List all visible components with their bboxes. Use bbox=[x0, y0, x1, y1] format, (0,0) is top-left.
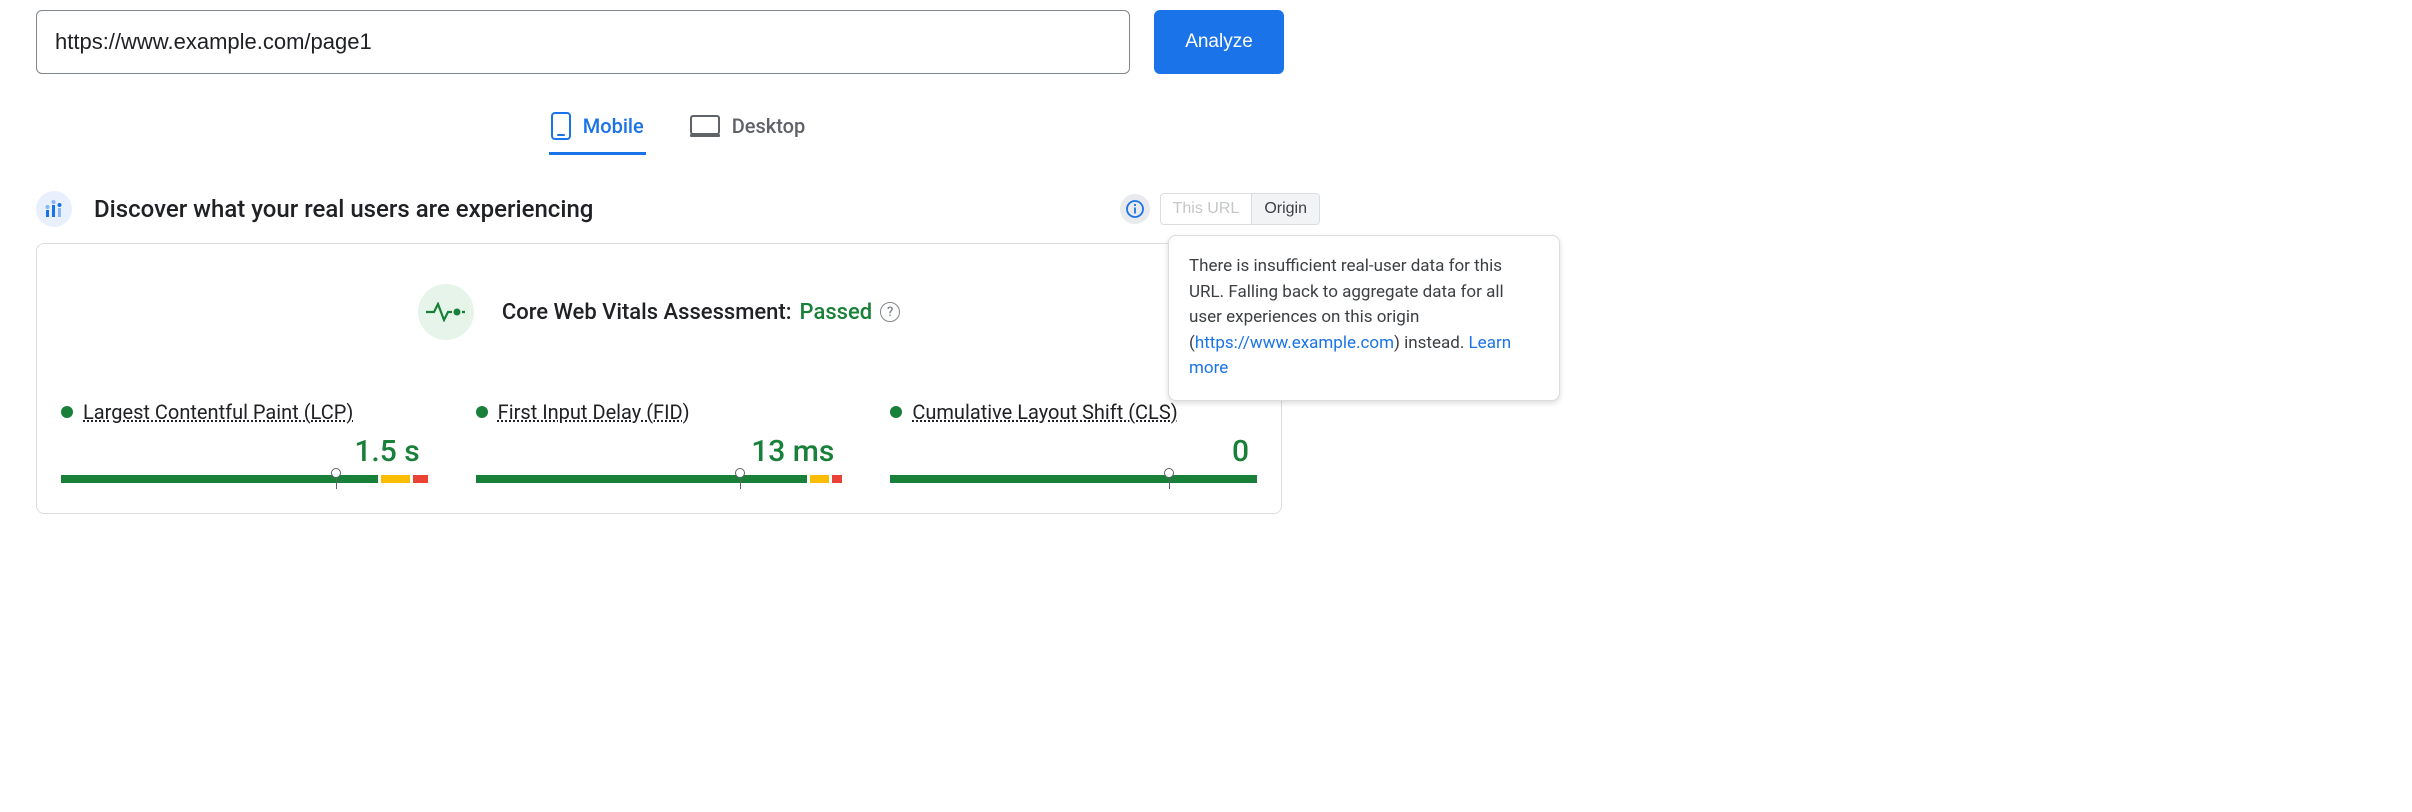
assessment-label: Core Web Vitals Assessment: bbox=[502, 300, 792, 325]
tooltip-text-after: ) instead. bbox=[1394, 333, 1469, 353]
metric-fid: First Input Delay (FID) 13 ms bbox=[476, 400, 843, 493]
mobile-icon bbox=[551, 112, 571, 140]
scope-this-url: This URL bbox=[1161, 194, 1252, 224]
status-dot-good bbox=[61, 406, 73, 418]
tooltip-origin-link[interactable]: https://www.example.com bbox=[1195, 333, 1394, 353]
help-icon[interactable]: ? bbox=[880, 302, 900, 322]
tab-mobile[interactable]: Mobile bbox=[549, 102, 646, 155]
metric-fid-name[interactable]: First Input Delay (FID) bbox=[498, 400, 690, 424]
metric-cls-value: 0 bbox=[890, 434, 1257, 469]
metric-fid-marker bbox=[735, 468, 745, 478]
insufficient-data-tooltip: There is insufficient real-user data for… bbox=[1168, 235, 1560, 401]
scope-toggle: This URL Origin bbox=[1160, 193, 1320, 225]
analyze-button[interactable]: Analyze bbox=[1154, 10, 1284, 74]
metric-fid-bar bbox=[476, 475, 843, 483]
tab-desktop-label: Desktop bbox=[732, 114, 806, 138]
metric-lcp-name[interactable]: Largest Contentful Paint (LCP) bbox=[83, 400, 353, 424]
metric-lcp-value: 1.5 s bbox=[61, 434, 428, 469]
scope-origin[interactable]: Origin bbox=[1251, 194, 1319, 224]
status-dot-good bbox=[890, 406, 902, 418]
crux-icon bbox=[36, 191, 72, 227]
desktop-icon bbox=[690, 115, 720, 137]
assessment-status: Passed bbox=[800, 300, 873, 325]
url-input[interactable] bbox=[36, 10, 1130, 74]
vitals-card: Core Web Vitals Assessment: Passed ? Lar… bbox=[36, 243, 1282, 514]
section-title: Discover what your real users are experi… bbox=[94, 195, 593, 223]
metric-cls: Cumulative Layout Shift (CLS) 0 bbox=[890, 400, 1257, 493]
metric-lcp-marker bbox=[331, 468, 341, 478]
metric-cls-name[interactable]: Cumulative Layout Shift (CLS) bbox=[912, 400, 1177, 424]
pulse-icon bbox=[418, 284, 474, 340]
metric-lcp: Largest Contentful Paint (LCP) 1.5 s bbox=[61, 400, 428, 493]
tab-desktop[interactable]: Desktop bbox=[688, 102, 808, 155]
device-tabs: Mobile Desktop bbox=[36, 102, 1320, 155]
metric-cls-marker bbox=[1164, 468, 1174, 478]
tab-mobile-label: Mobile bbox=[583, 114, 644, 138]
status-dot-good bbox=[476, 406, 488, 418]
metric-lcp-bar bbox=[61, 475, 428, 483]
metric-fid-value: 13 ms bbox=[476, 434, 843, 469]
metric-cls-bar bbox=[890, 475, 1257, 483]
info-icon[interactable] bbox=[1120, 194, 1150, 224]
